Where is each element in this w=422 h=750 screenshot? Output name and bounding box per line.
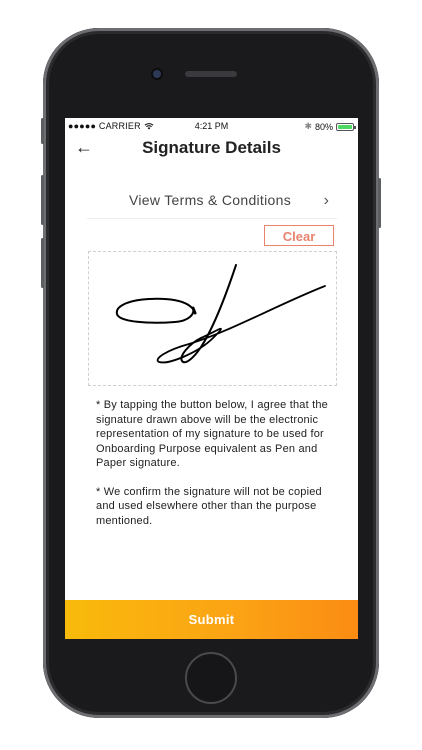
app-screen: ●●●●● CARRIER 4:21 PM ✱ 80% ← Signature … <box>65 118 358 639</box>
power-button <box>378 178 381 228</box>
page-title: Signature Details <box>142 138 281 157</box>
consent-paragraph-1: * By tapping the button below, I agree t… <box>96 399 329 469</box>
bluetooth-icon: ✱ <box>304 121 312 131</box>
nav-bar: ← Signature Details <box>65 134 358 166</box>
status-bar: ●●●●● CARRIER 4:21 PM ✱ 80% <box>65 118 358 134</box>
status-right: ✱ 80% <box>304 121 356 132</box>
terms-conditions-link[interactable]: View Terms & Conditions › <box>87 184 337 219</box>
clear-button[interactable]: Clear <box>264 225 334 246</box>
volume-up-button <box>41 175 44 225</box>
signature-pad[interactable] <box>88 251 337 386</box>
consent-text: * By tapping the button below, I agree t… <box>96 398 336 542</box>
signature-stroke <box>115 264 326 364</box>
chevron-right-icon: › <box>323 192 329 209</box>
mute-switch <box>41 118 44 144</box>
submit-button[interactable]: Submit <box>65 600 358 639</box>
home-button[interactable] <box>185 652 237 704</box>
earpiece-speaker <box>185 71 237 77</box>
terms-label: View Terms & Conditions <box>129 192 292 208</box>
front-camera <box>153 70 161 78</box>
battery-icon <box>336 122 356 131</box>
volume-down-button <box>41 238 44 288</box>
battery-percent: 80% <box>314 121 333 132</box>
consent-paragraph-2: * We confirm the signature will not be c… <box>96 485 322 527</box>
